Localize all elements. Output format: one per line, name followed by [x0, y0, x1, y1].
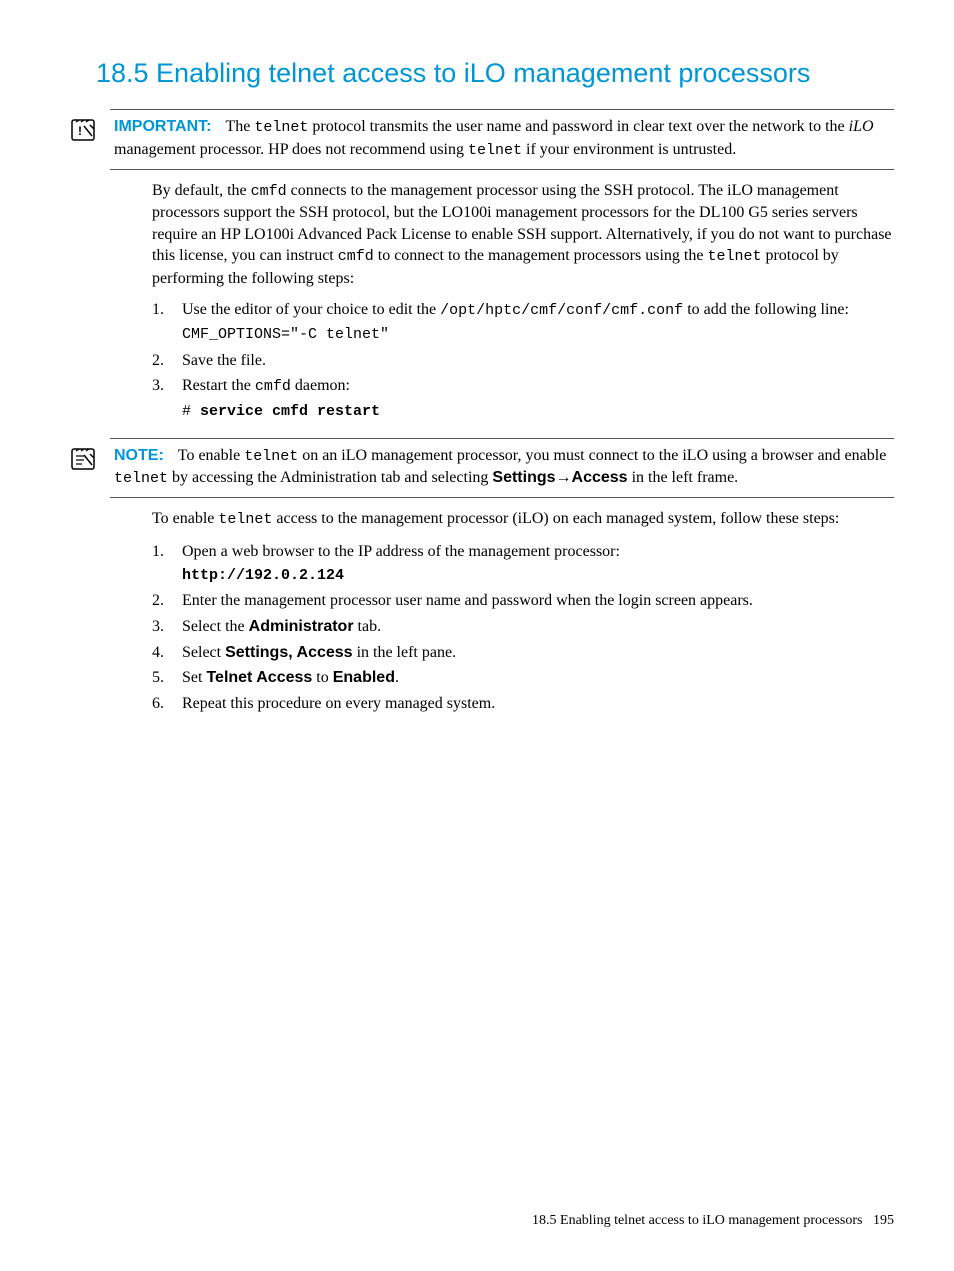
- code-block-cmf-options: CMF_OPTIONS="-C telnet": [182, 325, 894, 345]
- intro-paragraph-1: By default, the cmfd connects to the man…: [152, 180, 894, 289]
- important-content: IMPORTANT:The telnet protocol transmits …: [110, 116, 894, 161]
- important-icon: !: [70, 116, 110, 144]
- steps-list-2: Open a web browser to the IP address of …: [152, 541, 894, 715]
- code-block-service-restart: # service cmfd restart: [182, 402, 894, 422]
- note-content: NOTE:To enable telnet on an iLO manageme…: [110, 445, 894, 490]
- note-text: To enable telnet on an iLO management pr…: [114, 447, 886, 486]
- code-block-url: http://192.0.2.124: [182, 566, 894, 586]
- page-footer: 18.5 Enabling telnet access to iLO manag…: [532, 1212, 894, 1231]
- section-heading: 18.5 Enabling telnet access to iLO manag…: [96, 55, 894, 91]
- step2-3: Select the Administrator tab.: [152, 616, 894, 638]
- intro-paragraph-2: To enable telnet access to the managemen…: [152, 508, 894, 530]
- page-number: 195: [873, 1213, 894, 1228]
- step-2: Save the file.: [152, 350, 894, 372]
- important-callout: ! IMPORTANT:The telnet protocol transmit…: [110, 109, 894, 170]
- footer-text: 18.5 Enabling telnet access to iLO manag…: [532, 1213, 862, 1228]
- step2-2: Enter the management processor user name…: [152, 590, 894, 612]
- note-icon: [70, 445, 110, 473]
- step-3: Restart the cmfd daemon: # service cmfd …: [152, 375, 894, 422]
- note-label: NOTE:: [114, 447, 164, 464]
- step-1: Use the editor of your choice to edit th…: [152, 299, 894, 346]
- important-text: The telnet protocol transmits the user n…: [114, 118, 874, 157]
- step2-4: Select Settings, Access in the left pane…: [152, 642, 894, 664]
- step2-6: Repeat this procedure on every managed s…: [152, 693, 894, 715]
- step2-5: Set Telnet Access to Enabled.: [152, 667, 894, 689]
- note-callout: NOTE:To enable telnet on an iLO manageme…: [110, 438, 894, 499]
- svg-text:!: !: [78, 124, 82, 138]
- important-label: IMPORTANT:: [114, 118, 211, 135]
- step2-1: Open a web browser to the IP address of …: [152, 541, 894, 587]
- steps-list-1: Use the editor of your choice to edit th…: [152, 299, 894, 422]
